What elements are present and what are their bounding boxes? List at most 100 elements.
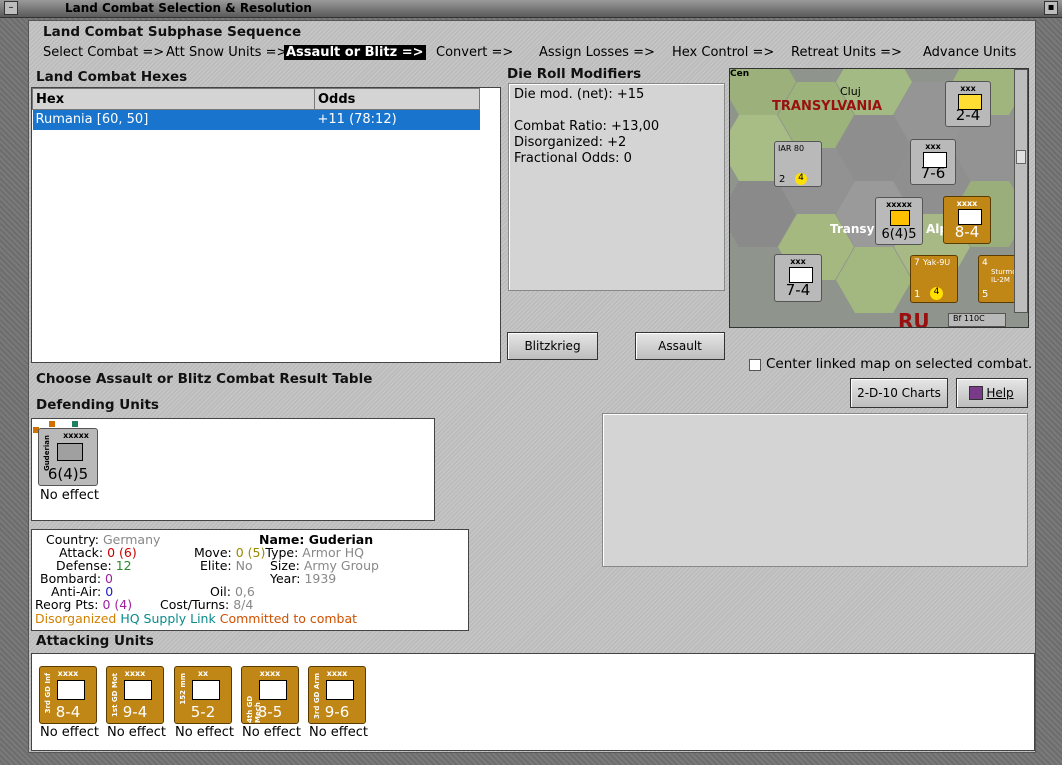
counter-size: xxx <box>960 84 976 93</box>
assault-button[interactable]: Assault <box>635 332 725 360</box>
map-counter-iar80[interactable]: IAR 80 2 4 <box>774 141 822 187</box>
status-committed: Committed to combat <box>219 611 358 626</box>
hq-symbol-icon <box>57 443 83 461</box>
unit-marker-icon <box>72 421 78 427</box>
counter-stat: 8-4 <box>954 223 980 241</box>
counter-right: 4 <box>795 173 807 185</box>
map-label-cen: Cen <box>730 69 750 79</box>
attacking-unit-counter[interactable]: xxxx 3rd GD Inf 8-4 <box>39 666 97 724</box>
window-menu-button[interactable]: – <box>4 1 18 15</box>
dialog-body: Land Combat Subphase Sequence Select Com… <box>28 20 1036 753</box>
counter-bottom: 1 <box>914 289 921 300</box>
infantry-symbol-icon <box>57 680 85 700</box>
counter-type: Yak-9U <box>923 258 951 267</box>
center-map-checkbox[interactable] <box>749 359 761 371</box>
crt-heading: Choose Assault or Blitz Combat Result Ta… <box>36 371 373 387</box>
status-disorganized: Disorganized <box>35 611 117 626</box>
blitzkrieg-button[interactable]: Blitzkrieg <box>507 332 598 360</box>
help-button[interactable]: Help <box>956 378 1028 408</box>
counter-left: 2 <box>779 174 786 185</box>
odds-cell[interactable]: +11 (78:12) <box>314 109 480 130</box>
drm-heading: Die Roll Modifiers <box>507 66 642 82</box>
seq-assign-losses: Assign Losses => <box>539 45 655 60</box>
close-button[interactable]: ▪ <box>1044 1 1058 15</box>
map-counter-viii-mech[interactable]: xxx 7-6 <box>910 139 956 185</box>
col-hex[interactable]: Hex <box>32 88 315 110</box>
map-vertical-scrollbar[interactable] <box>1014 69 1028 313</box>
map-vscroll-thumb[interactable] <box>1016 150 1026 164</box>
defending-unit-counter[interactable]: xxxxx Guderian 6(4)5 <box>38 428 98 486</box>
seq-assault-blitz: Assault or Blitz => <box>284 45 426 60</box>
defending-panel: xxxxx Guderian 6(4)5 No effect <box>31 418 435 521</box>
map-counter-yak9u[interactable]: 7 Yak-9U 1 4 <box>910 255 958 303</box>
counter-type: IAR 80 <box>778 144 805 153</box>
motorized-symbol-icon <box>124 680 152 700</box>
elite-value: No <box>235 558 253 573</box>
map-counter-3rd-gd-inf[interactable]: xxxx 8-4 <box>943 196 991 244</box>
attacking-unit-counter[interactable]: xxxx 1st GD Mot 9-4 <box>106 666 164 724</box>
map-counter-bf110[interactable]: Bf 110C <box>948 313 1006 327</box>
drm-spacer <box>514 103 719 119</box>
hq-symbol-icon <box>890 210 910 226</box>
year-value: 1939 <box>304 571 337 586</box>
defending-heading: Defending Units <box>36 397 159 413</box>
counter-stat: 2-4 <box>955 106 981 124</box>
drm-panel: Die mod. (net): +15 Combat Ratio: +13,00… <box>508 83 725 291</box>
seq-hex-control: Hex Control => <box>672 45 775 60</box>
help-book-icon <box>969 386 983 400</box>
counter-stat: 6(4)5 <box>881 227 917 242</box>
attacking-heading: Attacking Units <box>36 633 154 649</box>
drm-fractional: Fractional Odds: 0 <box>514 151 632 166</box>
attacking-unit-result: No effect <box>242 725 302 740</box>
counter-size: xxx <box>925 142 941 151</box>
sequence-heading: Land Combat Subphase Sequence <box>43 24 302 40</box>
cost-value: 8/4 <box>233 597 254 612</box>
col-odds[interactable]: Odds <box>314 88 480 110</box>
attacking-unit-counter[interactable]: xx 152 mm 5-2 <box>174 666 232 724</box>
map-counter-guderian[interactable]: xxxxx 6(4)5 <box>875 197 923 245</box>
counter-stat: 5-2 <box>190 703 216 721</box>
center-map-label: Center linked map on selected combat. <box>766 356 1033 372</box>
attacking-unit-counter[interactable]: xxxx 4th GD Mech 8-5 <box>241 666 299 724</box>
drm-ratio: Combat Ratio: +13,00 <box>514 119 660 134</box>
reorg-value: 0 <box>102 597 111 612</box>
seq-att-snow: Att Snow Units => <box>166 45 288 60</box>
reorg-label: Reorg Pts: <box>35 597 99 612</box>
counter-stat: 6(4)5 <box>47 465 89 483</box>
counter-left: 7 <box>914 258 920 268</box>
counter-size: xxxxx <box>63 431 89 440</box>
attacking-unit-result: No effect <box>107 725 167 740</box>
counter-stat: 7-6 <box>920 164 946 182</box>
help-label: Help <box>986 386 1014 400</box>
drm-net: Die mod. (net): +15 <box>514 87 645 102</box>
counter-size: xxxx <box>956 199 978 208</box>
year-label: Year: <box>270 571 301 586</box>
window-title: Land Combat Selection & Resolution <box>65 1 312 15</box>
map-counter-rom-corps[interactable]: xxx 2-4 <box>945 81 991 127</box>
seq-advance: Advance Units <box>923 45 1017 60</box>
counter-size: xxxxx <box>886 200 912 209</box>
charts-button[interactable]: 2-D-10 Charts <box>850 378 948 408</box>
drm-disorg: Disorganized: +2 <box>514 135 627 150</box>
hex-cell[interactable]: Rumania [60, 50] <box>32 109 315 130</box>
attacking-unit-result: No effect <box>175 725 235 740</box>
map-label-country: RU <box>898 309 930 328</box>
attacking-unit-result: No effect <box>40 725 100 740</box>
linked-map[interactable]: Cen Cluj TRANSYLVANIA Transyl Alp RU xxx… <box>729 68 1029 328</box>
hexes-table: Hex Odds Rumania [60, 50] +11 (78:12) <box>32 88 480 130</box>
elite-label: Elite: <box>200 558 232 573</box>
counter-name: 152 mm <box>179 673 187 705</box>
counter-stat: 8-5 <box>257 703 283 721</box>
armor-symbol-icon <box>326 680 354 700</box>
map-label-region: TRANSYLVANIA <box>772 99 883 114</box>
reorg-paren: (4) <box>114 597 133 612</box>
attacking-panel: xxxx 3rd GD Inf 8-4 No effect xxxx 1st G… <box>31 653 1035 751</box>
title-bar[interactable]: – Land Combat Selection & Resolution ▪ <box>0 0 1062 18</box>
table-row[interactable]: Rumania [60, 50] +11 (78:12) <box>32 109 480 130</box>
seq-retreat: Retreat Units => <box>791 45 902 60</box>
map-counter-7-4[interactable]: xxx 7-4 <box>774 254 822 302</box>
map-label-cluj: Cluj <box>840 85 861 98</box>
seq-select-combat: Select Combat => <box>43 45 165 60</box>
attacking-unit-counter[interactable]: xxxx 3rd GD Arm 9-6 <box>308 666 366 724</box>
mech-symbol-icon <box>259 680 287 700</box>
